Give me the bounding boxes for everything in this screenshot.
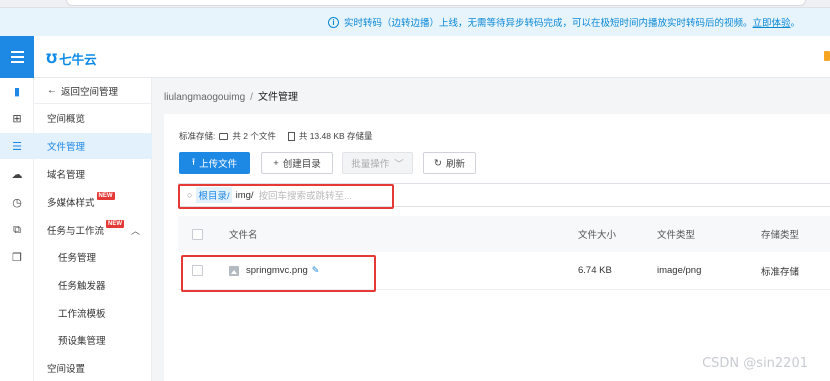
storage-type-cell: 标准存储 (761, 266, 800, 278)
sidebar-item-label: 任务管理 (58, 253, 97, 264)
sidebar-item-label: 空间概览 (47, 114, 86, 125)
sidebar-item-domain-management[interactable]: 域名管理 (34, 161, 152, 187)
sidebar-item-task-management[interactable]: 任务管理 (34, 244, 152, 270)
address-bar[interactable] (66, 0, 806, 6)
chevron-up-icon: ︿ (130, 225, 140, 236)
watermark: CSDN @sin2201 (702, 356, 808, 371)
sidebar-item-preset-management[interactable]: 预设集管理 (34, 327, 152, 353)
notice-tail: 。 (790, 18, 801, 29)
sidebar-item-space-settings[interactable]: 空间设置 (34, 355, 152, 381)
batch-operation-button[interactable]: 批量操作 ﹀ (342, 152, 413, 174)
bucket-sidebar: ← 返回空间管理 空间概览 文件管理 域名管理 多媒体样式 NEW 任务与工作流… (34, 78, 152, 381)
clock-icon[interactable]: ◷ (0, 189, 34, 215)
sidebar-item-label: 任务触发器 (58, 281, 106, 292)
browser-top-strip (0, 0, 830, 8)
sidebar-item-label: 域名管理 (47, 170, 86, 181)
upload-button[interactable]: ⭱ 上传文件 (179, 152, 250, 174)
sidebar-item-label: 任务与工作流 (47, 226, 105, 237)
upload-label: 上传文件 (199, 159, 238, 170)
create-directory-label: 创建目录 (282, 159, 321, 170)
sidebar-item-label: 空间设置 (47, 364, 86, 375)
database-icon[interactable]: ☰ (0, 133, 34, 159)
plus-icon: + (273, 157, 279, 169)
file-panel: 标准存储: 共 2 个文件 共 13.48 KB 存储量 ⭱ 上传文件 + 创建目录… (164, 114, 830, 381)
batch-label: 批量操作 (351, 159, 390, 170)
arrow-left-icon: ← (47, 85, 57, 96)
sidebar-item-overview[interactable]: 空间概览 (34, 105, 152, 131)
refresh-button[interactable]: ↻ 刷新 (423, 152, 476, 174)
highlight-box-search (178, 184, 394, 209)
sidebar-item-task-trigger[interactable]: 任务触发器 (34, 272, 152, 298)
main-content: liulangmaogouimg / 文件管理 标准存储: 共 2 个文件 共 13… (152, 78, 830, 381)
breadcrumb-separator: / (250, 92, 253, 103)
qiniu-logo-icon: ℧ (46, 50, 58, 66)
notice-banner: i 实时转码（边转边播）上线，无需等待异步转码完成，可以在极短时间内播放实时转码… (0, 8, 830, 36)
column-header-name: 文件名 (229, 230, 258, 241)
sidebar-item-file-management[interactable]: 文件管理 (34, 133, 152, 159)
create-directory-button[interactable]: + 创建目录 (261, 152, 333, 174)
breadcrumb: liulangmaogouimg / 文件管理 (164, 88, 298, 103)
table-header: 文件名 文件大小 文件类型 存储类型 (178, 216, 830, 252)
back-to-space-link[interactable]: ← 返回空间管理 (34, 78, 152, 104)
breadcrumb-bucket[interactable]: liulangmaogouimg (164, 92, 245, 103)
sidebar-item-media-styles[interactable]: 多媒体样式 NEW (34, 189, 152, 215)
logo-text: 七牛云 (59, 53, 97, 67)
grid-icon[interactable]: ⊞ (0, 105, 34, 131)
cloud-icon[interactable]: ☁ (0, 161, 34, 187)
info-icon: i (328, 16, 339, 28)
new-badge: NEW (106, 220, 125, 228)
notice-text: 实时转码（边转边播）上线，无需等待异步转码完成，可以在极短时间内播放实时转码后的… (344, 18, 753, 29)
file-size-cell: 6.74 KB (578, 265, 612, 276)
file-count: 共 2 个文件 (232, 131, 276, 141)
sidebar-item-tasks-workflow[interactable]: 任务与工作流 NEW ︿ (34, 217, 152, 243)
column-header-type: 文件类型 (657, 230, 696, 241)
sidebar-item-label: 预设集管理 (58, 336, 106, 347)
file-type-cell: image/png (657, 265, 702, 276)
breadcrumb-current: 文件管理 (257, 92, 298, 103)
logo[interactable]: ℧ 七牛云 (46, 49, 97, 68)
highlight-box-file (181, 255, 376, 292)
sidebar-item-label: 工作流模板 (58, 309, 106, 320)
workflow-icon[interactable]: ⧉ (0, 217, 34, 243)
storage-summary: 标准存储: 共 2 个文件 共 13.48 KB 存储量 (179, 130, 373, 142)
select-all-checkbox[interactable] (192, 228, 203, 240)
chevron-down-icon: ﹀ (394, 159, 404, 170)
sidebar-item-label: 文件管理 (47, 142, 86, 153)
refresh-label: 刷新 (445, 159, 465, 170)
back-label: 返回空间管理 (61, 86, 119, 98)
sidebar-item-workflow-template[interactable]: 工作流模板 (34, 300, 152, 326)
gift-icon[interactable] (824, 51, 830, 61)
book-icon[interactable]: ▮ (0, 78, 34, 104)
top-header: ℧ 七牛云 (0, 36, 830, 78)
menu-icon[interactable] (0, 36, 34, 78)
copy-icon[interactable]: ❐ (0, 244, 34, 270)
refresh-icon: ↻ (434, 157, 442, 169)
storage-size: 共 13.48 KB 存储量 (298, 131, 373, 141)
icon-sidebar: ▮ ⊞ ☰ ☁ ◷ ⧉ ❐ (0, 78, 34, 381)
notice-link[interactable]: 立即体验 (753, 15, 791, 29)
folder-icon (219, 132, 229, 140)
document-icon (287, 131, 295, 141)
column-header-storage: 存储类型 (761, 230, 800, 241)
new-badge: NEW (96, 192, 115, 200)
sidebar-item-label: 多媒体样式 (47, 198, 95, 209)
column-header-size: 文件大小 (578, 230, 617, 241)
storage-label: 标准存储: (179, 131, 216, 141)
upload-icon: ⭱ (191, 157, 196, 168)
